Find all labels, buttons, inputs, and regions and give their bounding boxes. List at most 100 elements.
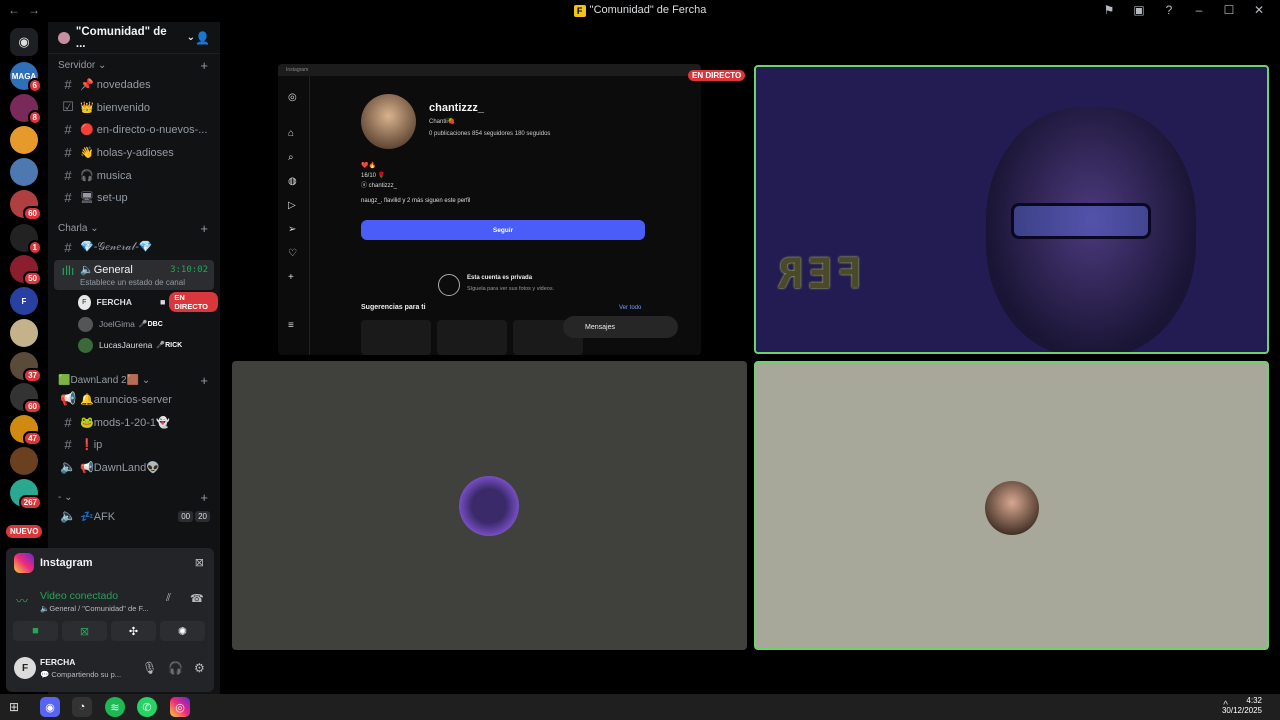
activities-button[interactable]: ✣ (111, 621, 156, 641)
server-icon[interactable] (10, 126, 38, 154)
avatar[interactable]: F (14, 657, 36, 679)
channel-label: 👋 holas-y-adioses (80, 146, 174, 159)
live-badge: EN DIRECTO (169, 292, 218, 312)
call-timer: 3:10:02 (170, 265, 208, 275)
invite-icon[interactable]: 👤 (195, 31, 210, 45)
voice-user-name: LucasJaurena (99, 340, 153, 350)
channel-item[interactable]: # 💎-𝒢𝑒𝓃𝑒𝓇𝒶𝓁-💎 (54, 237, 214, 257)
disconnect-icon[interactable]: ☎ (190, 592, 204, 605)
voice-channel-general[interactable]: ıllı 🔈General Establece un estado de canal… (54, 260, 214, 290)
gear-icon[interactable]: ⚙ (194, 661, 205, 675)
discord-taskbar-icon[interactable]: ◉ (40, 697, 60, 717)
participant-tile[interactable] (232, 361, 747, 650)
window-title-text: "Comunidad" de Fercha (589, 4, 707, 16)
voice-user[interactable]: JoelGima 🎤DBC (78, 314, 218, 334)
category-servidor[interactable]: Servidor ⌄ + (58, 58, 208, 73)
server-icon[interactable] (10, 447, 38, 475)
server-icon[interactable]: 1 (10, 224, 42, 255)
camera-button[interactable]: ■ (13, 621, 58, 641)
voice-user[interactable]: LucasJaurena 🎤RICK (78, 335, 218, 355)
server-icon[interactable]: 50 (10, 255, 42, 286)
noise-suppression-icon[interactable]: ⫽ (166, 592, 171, 605)
close-button[interactable]: ✕ (1244, 3, 1274, 17)
channel-item[interactable]: # 📌 novedades (54, 74, 214, 94)
whatsapp-icon[interactable]: ✆ (137, 697, 157, 717)
server-icon[interactable]: F (10, 287, 38, 315)
stream-tile[interactable]: Instagram ◎ ⌂ ⌕ ◍ ▷ ➢ ♡ + ≡ chantizzz_ C… (278, 64, 701, 355)
server-icon[interactable]: 8 (10, 94, 42, 125)
title-bar: ←→ F "Comunidad" de Fercha ⚑ ▣ ? – ☐ ✕ (0, 0, 1280, 22)
messages-pill: Mensajes (563, 316, 678, 338)
server-icon[interactable]: 60 (10, 383, 42, 414)
hash-icon: # (64, 239, 72, 255)
channel-item[interactable]: # 🖥 set-up (54, 187, 214, 207)
guild-header[interactable]: "Comunidad" de ... ⌄ 👤 (48, 22, 220, 54)
channel-label: 🔔anuncios-server (80, 393, 172, 406)
server-icon[interactable] (10, 158, 38, 186)
clock[interactable]: 4:32 30/12/2025 (1222, 696, 1262, 716)
server-icon[interactable]: 47 (10, 415, 42, 446)
avatar (459, 476, 519, 536)
channel-status[interactable]: Establece un estado de canal (80, 278, 185, 287)
user-tag: 🎤RICK (156, 342, 183, 349)
guild-name: "Comunidad" de ... (75, 25, 167, 50)
server-icon[interactable]: MAGA 6 (10, 62, 42, 93)
instagram-taskbar-icon[interactable]: ◎ (170, 697, 190, 717)
user-name: FERCHA (40, 657, 76, 667)
category-dawnland[interactable]: 🟩DawnLand 2🟫 ⌄ + (58, 373, 208, 388)
hash-icon: # (64, 189, 72, 205)
activity-card[interactable]: Instagram (14, 553, 93, 573)
server-icon[interactable]: 60 (10, 190, 42, 221)
screen-icon[interactable]: ▣ (1124, 3, 1154, 17)
minimize-button[interactable]: – (1184, 3, 1214, 17)
add-channel-icon[interactable]: + (200, 490, 208, 505)
channel-item[interactable]: # ❗ip (54, 434, 214, 454)
server-icon[interactable]: 37 (10, 352, 42, 383)
announcement-icon: 📢 (60, 391, 77, 406)
windows-start-icon[interactable]: ⊞ (9, 700, 19, 714)
channel-item[interactable]: ☑ 👑 bienvenido (54, 97, 214, 117)
channel-item[interactable]: 📢 🔔anuncios-server (54, 389, 214, 409)
channel-item[interactable]: # 🔴 en-directo-o-nuevos-... (54, 119, 214, 139)
inbox-icon[interactable]: ⚑ (1094, 3, 1124, 17)
camera-tile[interactable]: FER (754, 65, 1269, 354)
microphone-icon[interactable]: 🎙 (142, 661, 157, 675)
signal-icon[interactable]: 〰 (16, 592, 28, 609)
channel-item[interactable]: # 🐸mods-1-20-1👻 (54, 412, 214, 432)
headphones-icon[interactable]: 🎧 (168, 661, 183, 675)
soundboard-button[interactable]: ✺ (160, 621, 205, 641)
mention-count: 50 (23, 271, 42, 286)
voice-user-name: FERCHA (96, 297, 132, 307)
channel-item[interactable]: 🔈 📢DawnLand👽 (54, 457, 214, 477)
add-channel-icon[interactable]: + (200, 373, 208, 388)
channel-label: 📢DawnLand👽 (80, 461, 160, 474)
mention-count: 47 (23, 431, 42, 446)
voice-user[interactable]: F FERCHA ■ EN DIRECTO (78, 292, 218, 312)
add-channel-icon[interactable]: + (200, 58, 208, 73)
avatar: F (78, 294, 91, 310)
stop-stream-icon[interactable]: ⊠ (195, 556, 204, 569)
category-label: Servidor (58, 60, 96, 71)
menu-icon: ≡ (288, 320, 294, 331)
suggestion-card (361, 320, 431, 355)
server-icon[interactable] (10, 319, 38, 347)
voice-channel-path[interactable]: 🔈General / "Comunidad" de F... (40, 604, 160, 613)
voice-panel: Instagram ⊠ 〰 Video conectado 🔈General /… (6, 548, 214, 692)
server-icon[interactable]: 267 (10, 479, 42, 510)
channel-item[interactable]: 🔈 💤AFK 00 20 (54, 506, 214, 526)
discord-home-icon[interactable]: ◉ (10, 28, 38, 56)
category-charla[interactable]: Charla ⌄ + (58, 221, 208, 236)
maximize-button[interactable]: ☐ (1214, 3, 1244, 17)
channel-item[interactable]: # 🎧 musica (54, 165, 214, 185)
help-icon[interactable]: ? (1154, 3, 1184, 17)
category-dash[interactable]: - ⌄ + (58, 490, 208, 505)
avatar (985, 481, 1039, 535)
screen-share-button[interactable]: ⊠ (62, 621, 107, 641)
spotify-icon[interactable]: ≋ (105, 697, 125, 717)
participant-tile-speaking[interactable] (754, 361, 1269, 650)
channel-label: 📌 novedades (80, 78, 151, 91)
suggestion-card (437, 320, 507, 355)
app-taskbar-icon[interactable]: ◔ (72, 697, 92, 717)
add-channel-icon[interactable]: + (200, 221, 208, 236)
channel-item[interactable]: # 👋 holas-y-adioses (54, 142, 214, 162)
